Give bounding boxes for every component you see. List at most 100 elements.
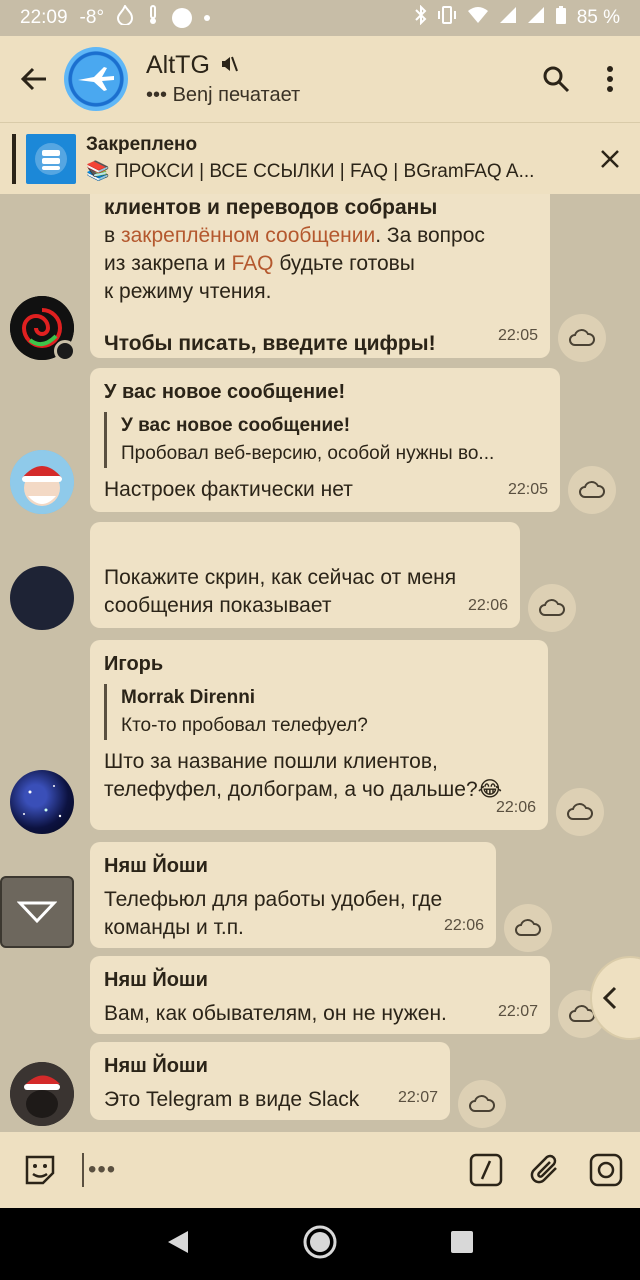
camera-button[interactable] bbox=[586, 1150, 626, 1190]
avatar[interactable] bbox=[10, 770, 74, 834]
message-sender[interactable]: Игорь bbox=[104, 650, 534, 678]
pinned-message-bar[interactable]: Закреплено 📚 ПРОКСИ | ВСЕ ССЫЛКИ | FAQ |… bbox=[0, 122, 640, 194]
message-bubble[interactable]: Няш Йоши Вам, как обывателям, он не нуже… bbox=[90, 956, 550, 1034]
message-bubble[interactable]: Няш Йоши Это Telegram в виде Slack 22:07 bbox=[90, 1042, 450, 1120]
reply-preview[interactable]: Morrak Direnni Кто-то пробовал телефуел? bbox=[104, 684, 534, 740]
emoji-button[interactable] bbox=[16, 1146, 64, 1194]
avatar[interactable] bbox=[10, 566, 74, 630]
message-text: клиентов и переводов собраны bbox=[104, 196, 438, 219]
arrow-left-icon bbox=[20, 67, 46, 91]
chat-title: AltTG bbox=[146, 51, 210, 79]
status-bar: 22:09 -8° 85 % bbox=[0, 0, 640, 36]
wifi-icon bbox=[467, 6, 489, 30]
square-recents-icon bbox=[451, 1230, 473, 1253]
message-text: Што за название пошли клиентов, bbox=[104, 750, 438, 773]
reply-preview[interactable]: У вас новое сообщение! Пробовал веб-верс… bbox=[104, 412, 546, 468]
message-text: к режиму чтения. bbox=[104, 280, 272, 303]
cloud-icon bbox=[579, 481, 605, 498]
avatar[interactable] bbox=[10, 296, 76, 362]
message-time: 22:06 bbox=[467, 597, 508, 614]
sticker-icon bbox=[25, 1155, 55, 1185]
message-time: 22:07 bbox=[497, 1003, 538, 1020]
chat-header: AltTG ••• Benj печатает bbox=[0, 36, 640, 122]
signal-2-icon bbox=[527, 6, 545, 30]
status-temperature: -8° bbox=[79, 7, 105, 28]
message-bubble[interactable]: клиентов и переводов собраны в закреплён… bbox=[90, 194, 550, 358]
message-sender[interactable]: Няш Йоши bbox=[104, 852, 482, 880]
chat-avatar[interactable] bbox=[64, 47, 128, 111]
cloud-icon bbox=[569, 329, 595, 346]
share-button[interactable] bbox=[528, 584, 576, 632]
home-circle-icon bbox=[303, 1225, 337, 1258]
bot-commands-button[interactable] bbox=[466, 1150, 506, 1190]
nav-recents-button[interactable] bbox=[450, 1230, 474, 1259]
message-text: Вам, как обывателям, он не нужен. bbox=[104, 1002, 447, 1025]
search-icon bbox=[543, 66, 570, 93]
faq-link[interactable]: FAQ bbox=[232, 252, 274, 275]
message-bubble[interactable]: Покажите скрин, как сейчас от меня сообщ… bbox=[90, 522, 520, 628]
avatar[interactable] bbox=[10, 450, 74, 514]
share-button[interactable] bbox=[558, 314, 606, 362]
message-time: 22:05 bbox=[497, 327, 538, 344]
online-status-icon bbox=[54, 340, 76, 362]
cloud-icon bbox=[515, 919, 541, 936]
message-time: 22:06 bbox=[495, 799, 536, 816]
message-sender[interactable]: У вас новое сообщение! bbox=[104, 378, 546, 406]
battery-icon bbox=[555, 5, 567, 31]
share-button[interactable] bbox=[556, 788, 604, 836]
animal-santa-avatar-icon bbox=[10, 1062, 74, 1126]
more-menu-button[interactable] bbox=[590, 55, 630, 103]
message-text: Телефьюл для работы удобен, где bbox=[104, 888, 443, 911]
message-text: Чтобы писать, введите цифры! bbox=[104, 332, 436, 355]
vibrate-icon bbox=[437, 5, 457, 31]
back-button[interactable] bbox=[4, 49, 64, 109]
message-bubble[interactable]: Няш Йоши Телефьюл для работы удобен, где… bbox=[90, 842, 496, 948]
message-text: Настроек фактически нет bbox=[104, 478, 353, 501]
triangle-down-icon bbox=[17, 901, 57, 924]
santa-avatar-icon bbox=[10, 450, 74, 514]
status-time: 22:09 bbox=[20, 7, 68, 28]
close-pinned-button[interactable] bbox=[590, 139, 630, 179]
bluetooth-icon bbox=[414, 4, 427, 31]
message-input-placeholder: ••• bbox=[88, 1156, 117, 1183]
text-caret bbox=[82, 1153, 84, 1187]
message-sender[interactable]: Няш Йоши bbox=[104, 966, 536, 994]
share-button[interactable] bbox=[458, 1080, 506, 1128]
message-bubble[interactable]: У вас новое сообщение! У вас новое сообщ… bbox=[90, 368, 560, 512]
galaxy-avatar-icon bbox=[23, 785, 62, 818]
nav-home-button[interactable] bbox=[302, 1224, 338, 1265]
message-text: Покажите скрин, как сейчас от меня bbox=[104, 566, 457, 589]
cloud-icon bbox=[567, 803, 593, 820]
pinned-text: 📚 ПРОКСИ | ВСЕ ССЫЛКИ | FAQ | BGramFAQ A… bbox=[86, 161, 535, 182]
system-navigation-bar bbox=[0, 1208, 640, 1280]
flame-icon bbox=[116, 3, 134, 31]
message-time: 22:06 bbox=[443, 917, 484, 934]
camera-icon bbox=[589, 1153, 623, 1187]
paperclip-icon bbox=[530, 1154, 557, 1184]
chat-title-block[interactable]: AltTG ••• Benj печатает bbox=[146, 51, 300, 107]
search-button[interactable] bbox=[532, 55, 580, 103]
pinned-message-link[interactable]: закреплённом сообщении bbox=[121, 224, 375, 247]
scroll-down-button[interactable] bbox=[0, 876, 74, 948]
notification-circle-icon bbox=[172, 8, 193, 28]
muted-icon bbox=[220, 51, 238, 80]
message-text: команды и т.п. bbox=[104, 916, 244, 939]
nav-back-button[interactable] bbox=[166, 1229, 190, 1260]
message-time: 22:07 bbox=[397, 1089, 438, 1106]
message-text: из закрепа и FAQ будьте готовы bbox=[104, 252, 415, 275]
message-input[interactable]: ••• bbox=[82, 1150, 116, 1190]
message-time: 22:05 bbox=[507, 481, 548, 498]
chevron-left-icon bbox=[602, 986, 617, 1010]
share-button[interactable] bbox=[568, 466, 616, 514]
message-list[interactable]: клиентов и переводов собраны в закреплён… bbox=[0, 194, 640, 1132]
attach-button[interactable] bbox=[526, 1150, 566, 1190]
message-sender[interactable]: Няш Йоши bbox=[104, 1052, 436, 1080]
message-bubble[interactable]: Игорь Morrak Direnni Кто-то пробовал тел… bbox=[90, 640, 548, 830]
share-button[interactable] bbox=[504, 904, 552, 952]
more-vertical-icon bbox=[607, 66, 613, 92]
cloud-icon bbox=[539, 599, 565, 616]
reply-name: Morrak Direnni bbox=[121, 687, 256, 708]
avatar[interactable] bbox=[10, 1062, 74, 1126]
reply-text: Кто-то пробовал телефуел? bbox=[121, 715, 368, 736]
message-text: Это Telegram в виде Slack bbox=[104, 1088, 360, 1111]
